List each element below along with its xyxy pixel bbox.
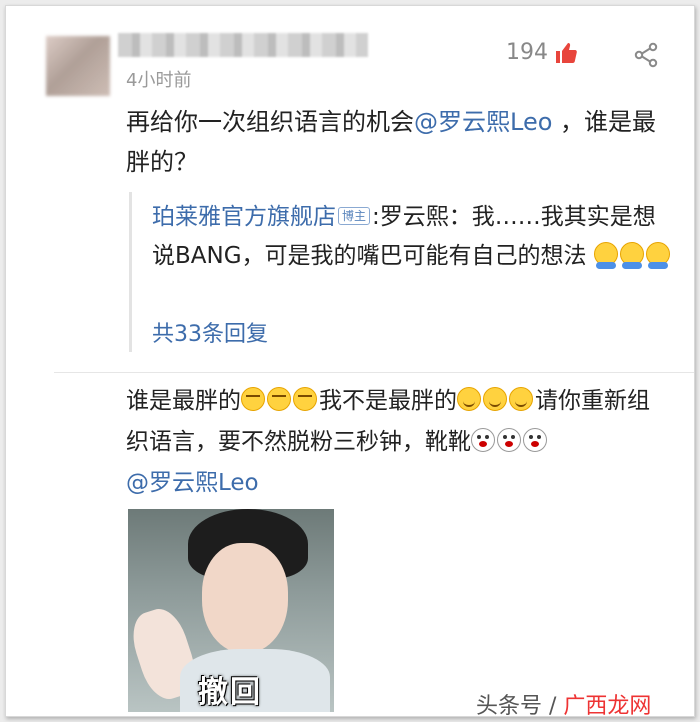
comment-divider bbox=[54, 372, 694, 373]
emoji-hands-icon bbox=[619, 242, 644, 269]
watermark: 头条号 / 广西龙网 bbox=[476, 688, 652, 717]
share-icon[interactable] bbox=[633, 42, 659, 68]
comment-text: 再给你一次组织语言的机会@罗云熙Leo ，谁是最胖的？ bbox=[126, 102, 666, 182]
emoji-hands-icon bbox=[593, 242, 618, 269]
meme-caption: 撤回 bbox=[198, 675, 262, 710]
emoji-tired-icon bbox=[241, 387, 265, 411]
comment-card: 4小时前 194 再给你一次组织语言的机会@罗云熙Leo ，谁是最胖的？ 珀莱雅… bbox=[5, 5, 695, 717]
author-badge: 博主 bbox=[338, 207, 371, 225]
mention-link-2[interactable]: @罗云熙Leo bbox=[126, 470, 259, 496]
thumb-up-icon bbox=[556, 42, 577, 63]
watermark-prefix: 头条号 / bbox=[476, 694, 564, 717]
emoji-smile-icon bbox=[457, 387, 481, 411]
emoji-smile-icon bbox=[483, 387, 507, 411]
like-count: 194 bbox=[506, 40, 548, 65]
meme-image[interactable]: 撤回 bbox=[128, 509, 334, 712]
username-blurred[interactable] bbox=[118, 33, 368, 57]
mention-link[interactable]: @罗云熙Leo bbox=[414, 108, 552, 136]
like-button[interactable]: 194 bbox=[506, 40, 578, 65]
comment-text-prefix: 再给你一次组织语言的机会 bbox=[126, 108, 414, 136]
second-comment-text: 谁是最胖的 我不是最胖的 请你重新组织语言，要不然脱粉三秒钟，靴靴 @罗云熙Leo bbox=[126, 381, 666, 504]
comment2-part1: 谁是最胖的 bbox=[126, 388, 241, 414]
shop-name-link[interactable]: 珀莱雅官方旗舰店 bbox=[152, 204, 336, 230]
user-avatar[interactable] bbox=[46, 36, 110, 96]
quoted-reply-text: 珀莱雅官方旗舰店 博主:罗云熙：我……我其实是想说BANG，可是我的嘴巴可能有自己… bbox=[152, 198, 672, 276]
emoji-shock-icon bbox=[471, 428, 495, 452]
watermark-brand: 广西龙网 bbox=[563, 694, 652, 717]
emoji-tired-icon bbox=[267, 387, 291, 411]
emoji-tired-icon bbox=[293, 387, 317, 411]
emoji-shock-icon bbox=[497, 428, 521, 452]
emoji-hands-icon bbox=[645, 242, 670, 269]
reply-count-link[interactable]: 共33条回复 bbox=[152, 316, 268, 348]
meme-face bbox=[202, 543, 288, 653]
comment-time: 4小时前 bbox=[126, 70, 192, 91]
quoted-reply[interactable]: 珀莱雅官方旗舰店 博主:罗云熙：我……我其实是想说BANG，可是我的嘴巴可能有自己… bbox=[129, 192, 672, 352]
emoji-shock-icon bbox=[523, 428, 547, 452]
comment2-part2: 我不是最胖的 bbox=[319, 388, 457, 414]
emoji-smile-icon bbox=[509, 387, 533, 411]
